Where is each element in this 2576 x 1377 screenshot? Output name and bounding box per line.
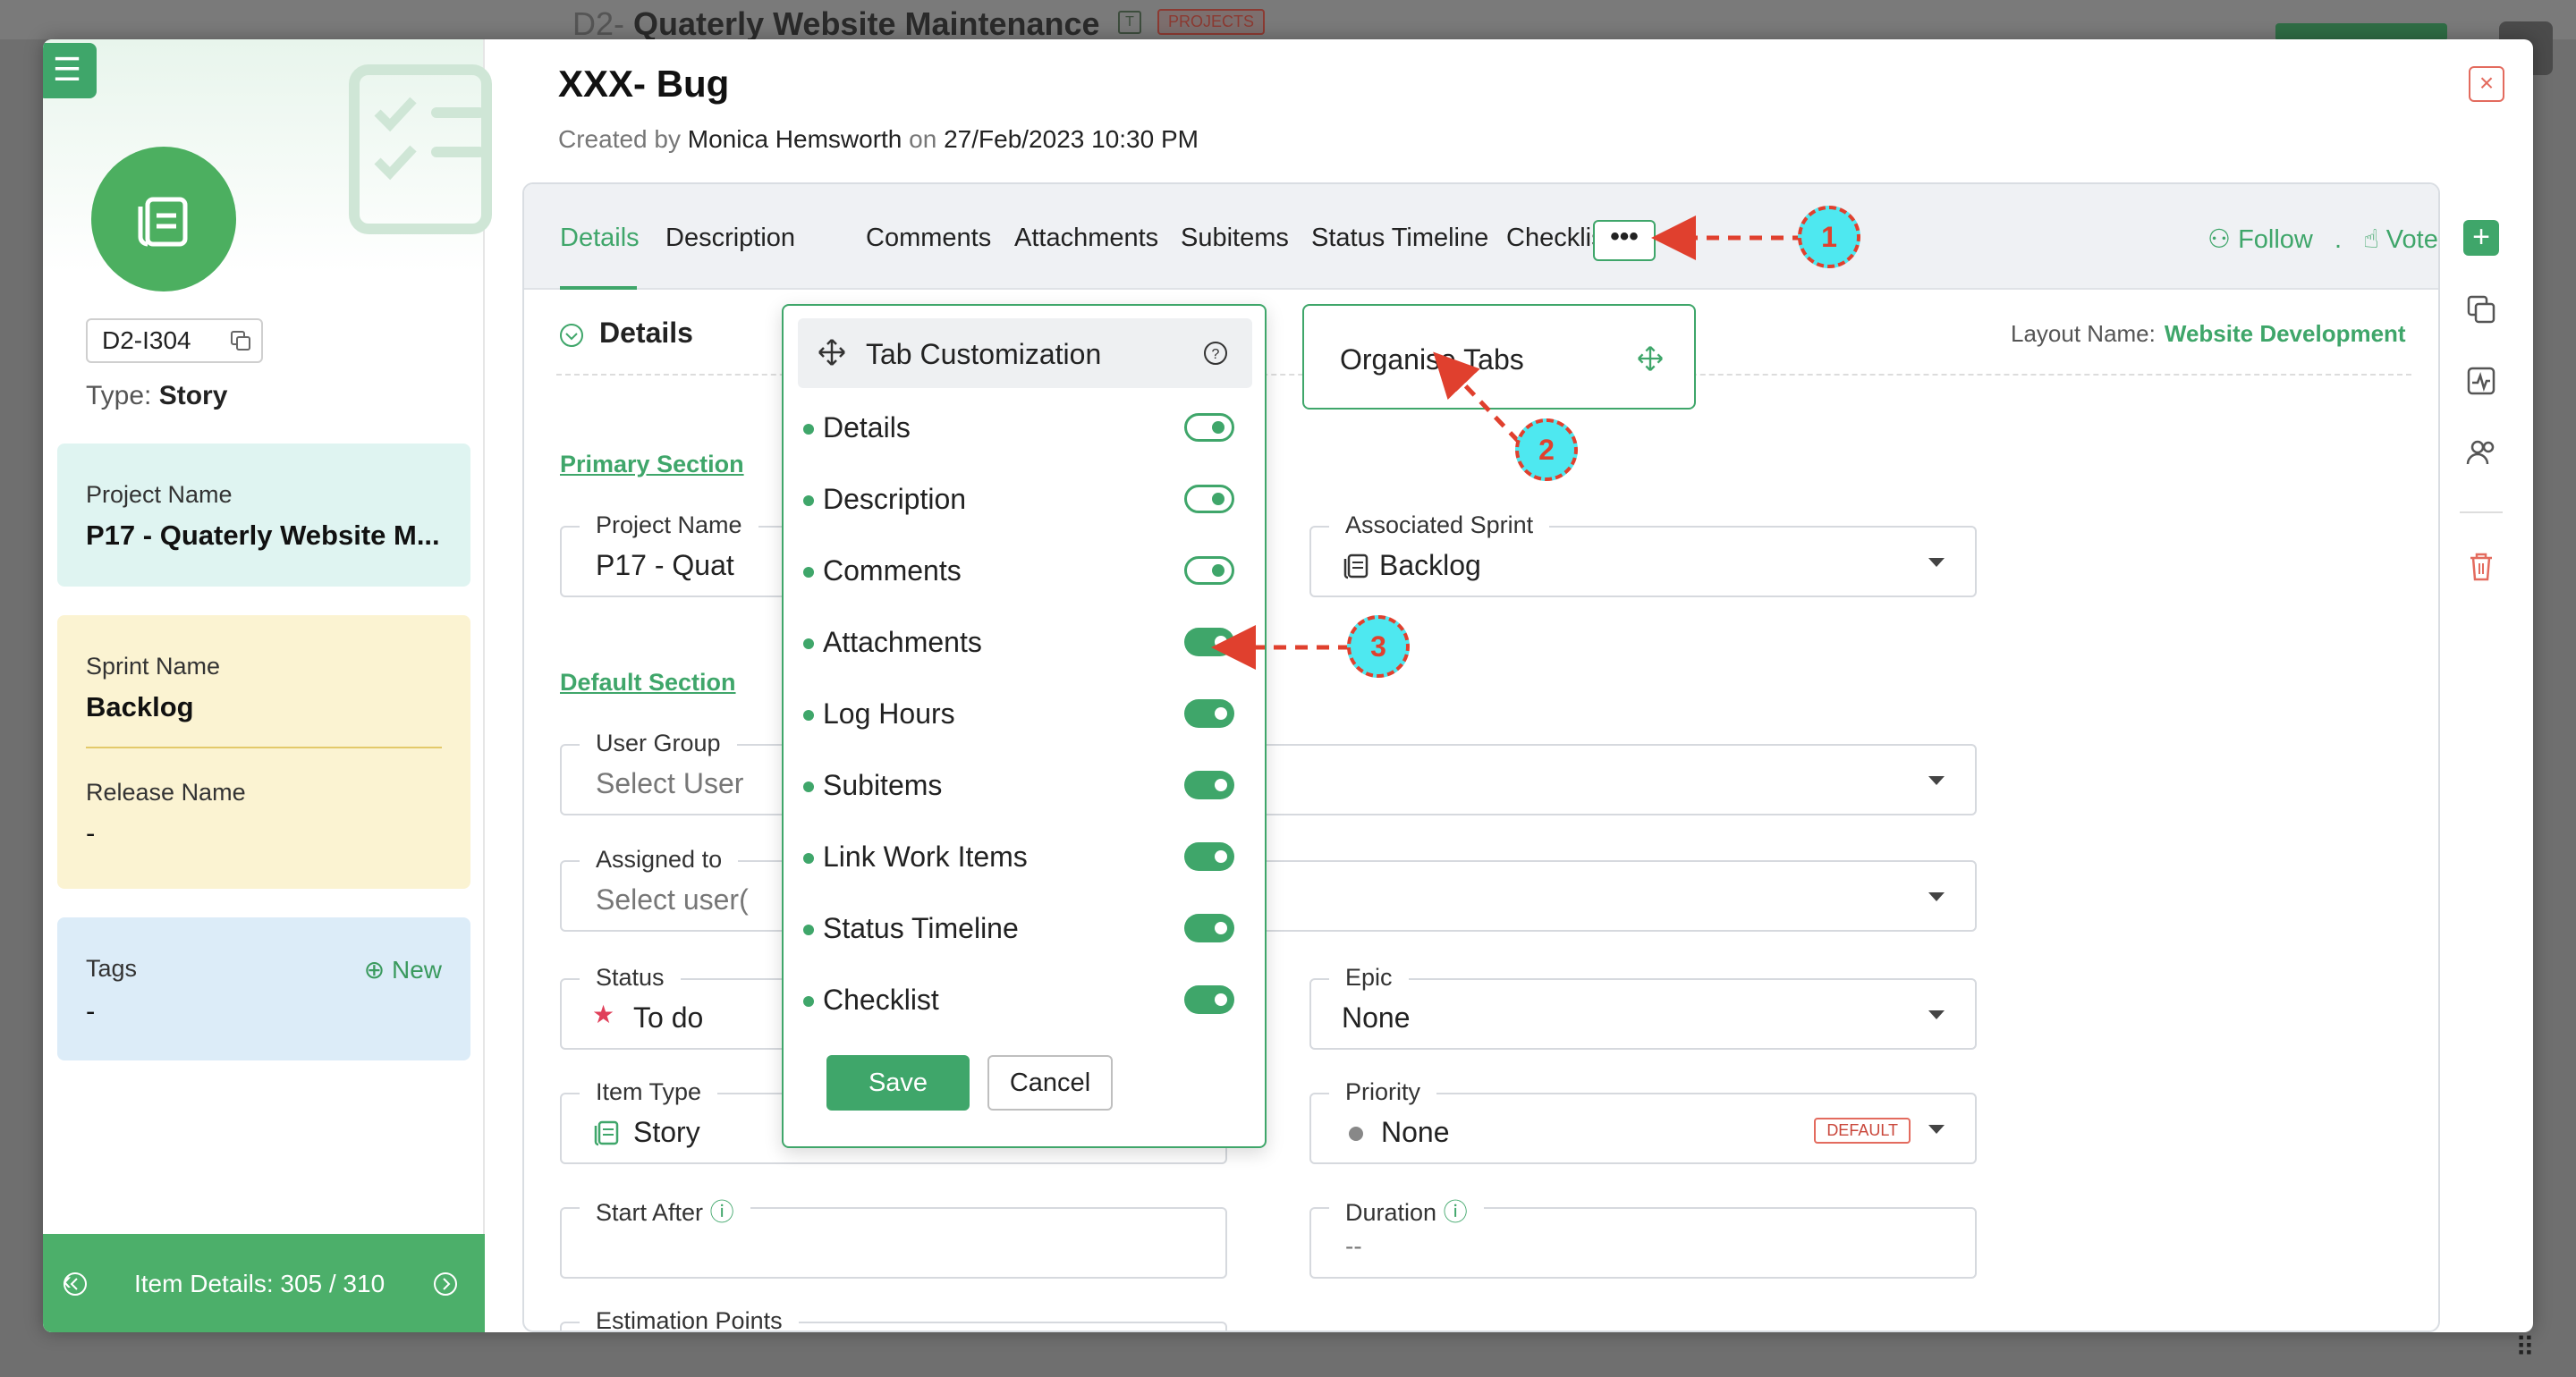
annotation-arrows	[1211, 215, 1805, 670]
background-page-title: D2- Quaterly Website Maintenance	[572, 5, 1100, 42]
annotation-callout-2: 2	[1515, 418, 1578, 481]
background-action-button	[2275, 23, 2447, 41]
annotation-callout-3: 3	[1347, 615, 1410, 678]
background-t-icon: T	[1118, 11, 1141, 34]
background-footer	[0, 1332, 2576, 1377]
background-topbar	[0, 0, 2576, 39]
background-projects-badge: PROJECTS	[1157, 9, 1266, 35]
item-detail-modal: D2-I304 Type: Story Project Name P17 - Q…	[43, 39, 2533, 1332]
annotation-callout-1: 1	[1798, 206, 1860, 268]
apps-grid-icon[interactable]: ⠿	[2515, 1332, 2551, 1368]
